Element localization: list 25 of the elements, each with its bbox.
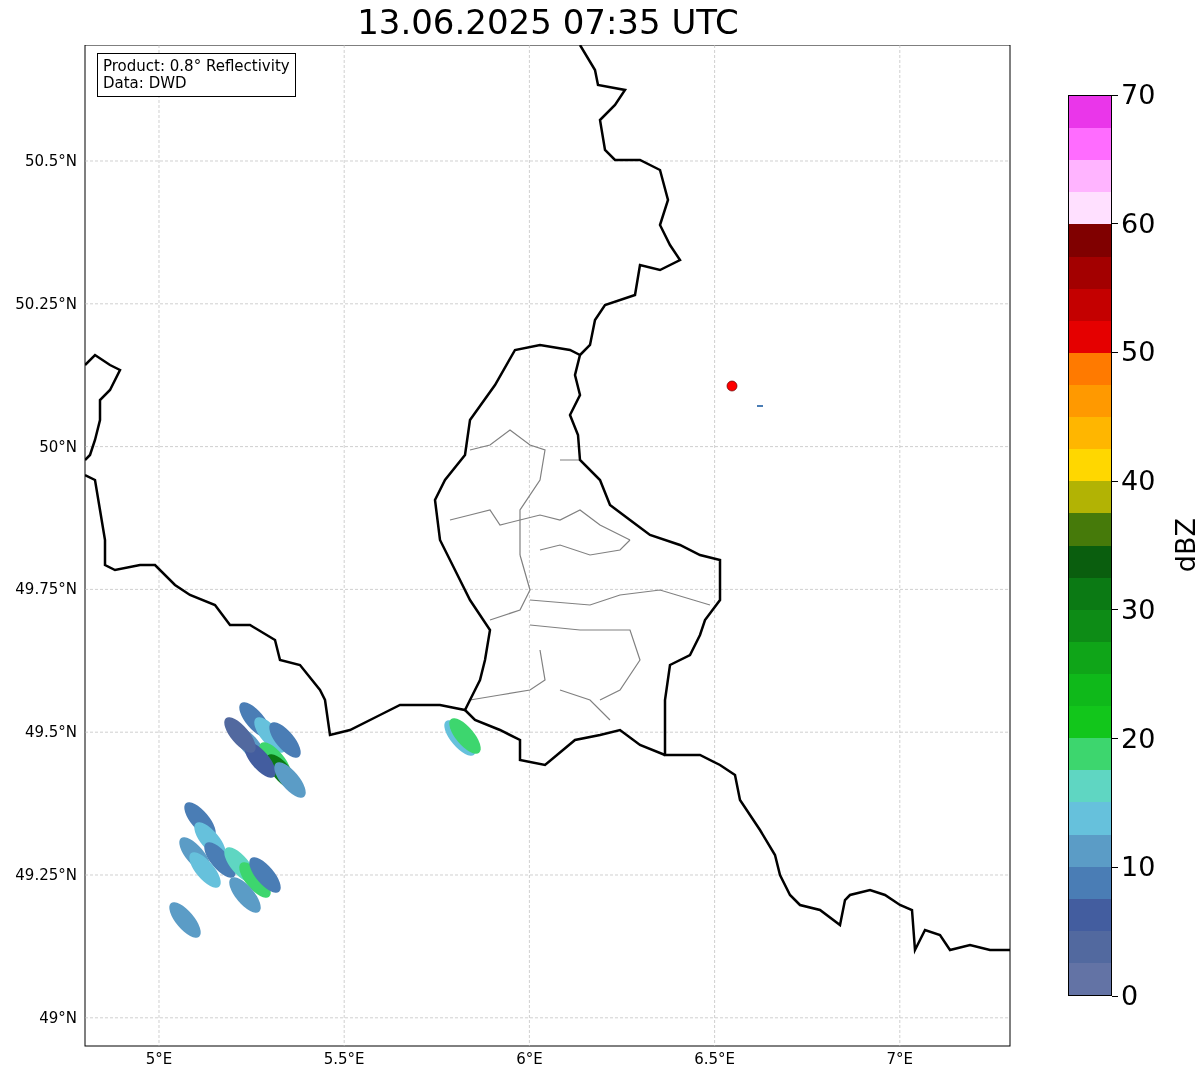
colorbar-unit-label: dBZ: [1171, 518, 1201, 573]
colorbar-tick-label: 10: [1121, 852, 1156, 883]
latitude-label: 50°N: [39, 437, 77, 456]
chart-title: 13.06.2025 07:35 UTC: [357, 1, 739, 44]
colorbar-tick-label: 0: [1121, 981, 1139, 1011]
longitude-label: 6.5°E: [694, 1050, 735, 1068]
colorbar-tick-label: 60: [1121, 208, 1156, 239]
legend-text: Product: 0.8° Reflectivity: [103, 58, 290, 75]
latitude-label: 49.75°N: [15, 580, 77, 599]
latitude-label: 49.5°N: [24, 723, 77, 742]
latitude-label: 49.25°N: [15, 866, 77, 884]
legend-text: Data: DWD: [103, 75, 188, 92]
latitude-label: 49°N: [39, 1008, 77, 1027]
colorbar-tick-label: 20: [1121, 723, 1156, 754]
colorbar-tick-label: 50: [1121, 337, 1156, 368]
latitude-label: 50.5°N: [24, 152, 77, 170]
longitude-label: 5.5°E: [323, 1050, 365, 1068]
latitude-label: 50.25°N: [15, 294, 77, 313]
colorbar-tick-label: 70: [1121, 80, 1156, 110]
colorbar-tick-label: 40: [1121, 466, 1156, 497]
longitude-label: 7°E: [886, 1050, 914, 1068]
longitude-label: 6°E: [516, 1050, 543, 1068]
colorbar-tick-label: 30: [1121, 594, 1156, 625]
longitude-label: 5°E: [145, 1050, 173, 1068]
radar-site-marker: [726, 380, 738, 392]
